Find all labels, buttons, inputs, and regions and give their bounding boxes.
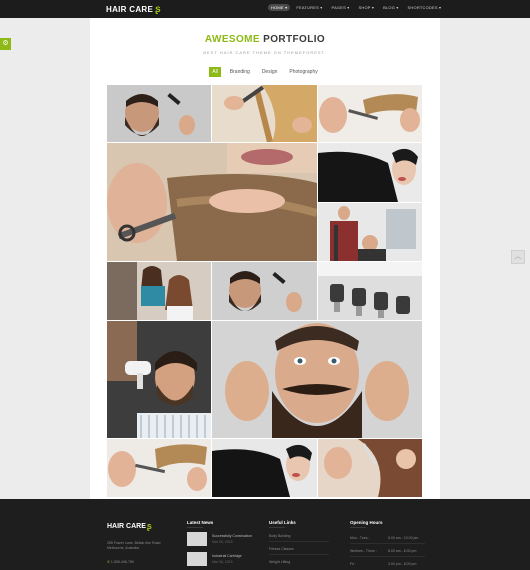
news-thumbnail[interactable]	[187, 552, 207, 566]
divider	[350, 556, 425, 557]
portfolio-item[interactable]	[212, 262, 317, 320]
chevron-up-icon: ︿	[514, 253, 522, 260]
heading-underline	[269, 527, 285, 528]
hours-time: 3.00 pm - 8.00 pm	[388, 562, 417, 566]
scissors-hair-strand-photo	[318, 85, 422, 142]
main-menu: HOME ▾ FEATURES ▾ PAGES ▾ SHOP ▾ BLOG ▾ …	[268, 4, 444, 11]
portfolio-filters: All Branding Design Photography	[90, 67, 440, 77]
menu-item-pages[interactable]: PAGES ▾	[329, 4, 353, 11]
woman-black-hair-photo	[318, 143, 422, 202]
top-nav-bar: HAIR CARE ʂ HOME ▾ FEATURES ▾ PAGES ▾ SH…	[0, 0, 530, 18]
footer-address: 285 Frazer Lane, Bellair Ave Road Melbou…	[107, 541, 161, 550]
filter-photography[interactable]: Photography	[286, 67, 320, 77]
latest-news-heading: Latest News	[187, 520, 214, 525]
section-title: AWESOME PORTFOLIO	[90, 34, 440, 45]
section-title-accent: AWESOME	[204, 34, 260, 45]
scroll-to-top-button[interactable]: ︿	[511, 250, 525, 264]
hair-styling-photo	[318, 439, 422, 497]
menu-item-blog[interactable]: BLOG ▾	[380, 4, 401, 11]
menu-item-shortcodes[interactable]: SHORTCODES ▾	[405, 4, 445, 11]
portfolio-item[interactable]	[107, 262, 211, 320]
news-date: Mar 06, 2015	[212, 540, 233, 544]
page: HAIR CARE ʂ HOME ▾ FEATURES ▾ PAGES ▾ SH…	[0, 0, 530, 570]
menu-item-home[interactable]: HOME ▾	[268, 4, 291, 11]
footer-link-weight-lifting[interactable]: Weight Lifting	[269, 560, 290, 564]
portfolio-item[interactable]	[318, 143, 422, 202]
style-switcher-button[interactable]: ⚙	[0, 38, 11, 50]
cutting-hair-closeup-photo	[107, 143, 317, 261]
news-date: Mar 06, 2015	[212, 560, 233, 564]
woman-black-hair-photo-2	[212, 439, 317, 497]
hair-cutting-blonde-photo	[212, 85, 317, 142]
menu-item-shop[interactable]: SHOP ▾	[356, 4, 378, 11]
footer-link-fitness-classes[interactable]: Fitness Classes	[269, 547, 294, 551]
menu-item-features[interactable]: FEATURES ▾	[293, 4, 325, 11]
hours-day: Fri :	[350, 562, 357, 566]
scissors-hair-strand-photo-2	[107, 439, 211, 497]
portfolio-item[interactable]	[107, 439, 211, 497]
filter-all[interactable]: All	[209, 67, 221, 77]
hours-time: 8.00 am - 6.00 pm	[388, 549, 417, 553]
divider	[269, 554, 329, 555]
man-twirling-mustache-photo	[212, 321, 422, 438]
footer-link-body-building[interactable]: Body Building	[269, 534, 290, 538]
salon-group-photo	[107, 262, 211, 320]
hours-time: 6.00 am - 10.00 pm	[388, 536, 419, 540]
divider	[350, 543, 425, 544]
portfolio-item[interactable]	[318, 439, 422, 497]
news-title[interactable]: Successfully Construction	[212, 534, 252, 538]
heading-underline	[187, 527, 203, 528]
portfolio-item[interactable]	[107, 143, 317, 261]
portfolio-item[interactable]	[318, 203, 422, 261]
portfolio-item[interactable]	[212, 439, 317, 497]
portfolio-item[interactable]	[318, 262, 422, 320]
footer-phone-number: 1-555-496-789	[110, 560, 134, 564]
section-subtitle: BEST HAIR CARE THEME ON THEMEFOREST.	[203, 50, 327, 55]
portfolio-item[interactable]	[212, 85, 317, 142]
news-title[interactable]: Industrial Cartridge	[212, 554, 242, 558]
site-logo-text: HAIR CARE	[106, 5, 154, 14]
portfolio-item[interactable]	[318, 85, 422, 142]
footer-phone: ✆ 1-555-496-789	[107, 560, 134, 564]
footer-logo[interactable]: HAIR CARE ʂ	[107, 521, 152, 531]
divider	[269, 541, 329, 542]
scissors-logo-icon: ʂ	[146, 521, 152, 531]
scissors-logo-icon: ʂ	[155, 3, 161, 15]
bearded-man-comb-photo	[107, 85, 211, 142]
man-hair-dryer-photo	[107, 321, 211, 438]
news-thumbnail[interactable]	[187, 532, 207, 546]
site-footer	[0, 499, 530, 570]
bearded-man-comb-photo-2	[212, 262, 317, 320]
barber-at-work-photo	[318, 203, 422, 261]
filter-branding[interactable]: Branding	[227, 67, 253, 77]
portfolio-item[interactable]	[107, 321, 211, 438]
portfolio-item[interactable]	[212, 321, 422, 438]
filter-design[interactable]: Design	[259, 67, 281, 77]
portfolio-item[interactable]	[107, 85, 211, 142]
section-title-main: PORTFOLIO	[263, 34, 326, 45]
opening-hours-heading: Opening Hours	[350, 520, 383, 525]
hours-day: Mon - Tues :	[350, 536, 370, 540]
useful-links-heading: Useful Links	[269, 520, 296, 525]
settings-icon: ⚙	[2, 40, 9, 47]
site-logo[interactable]: HAIR CARE ʂ	[106, 3, 161, 16]
hours-day: Wednes - Thurs :	[350, 549, 377, 553]
salon-chairs-photo	[318, 262, 422, 320]
heading-underline	[350, 527, 366, 528]
footer-logo-text: HAIR CARE	[107, 522, 146, 530]
